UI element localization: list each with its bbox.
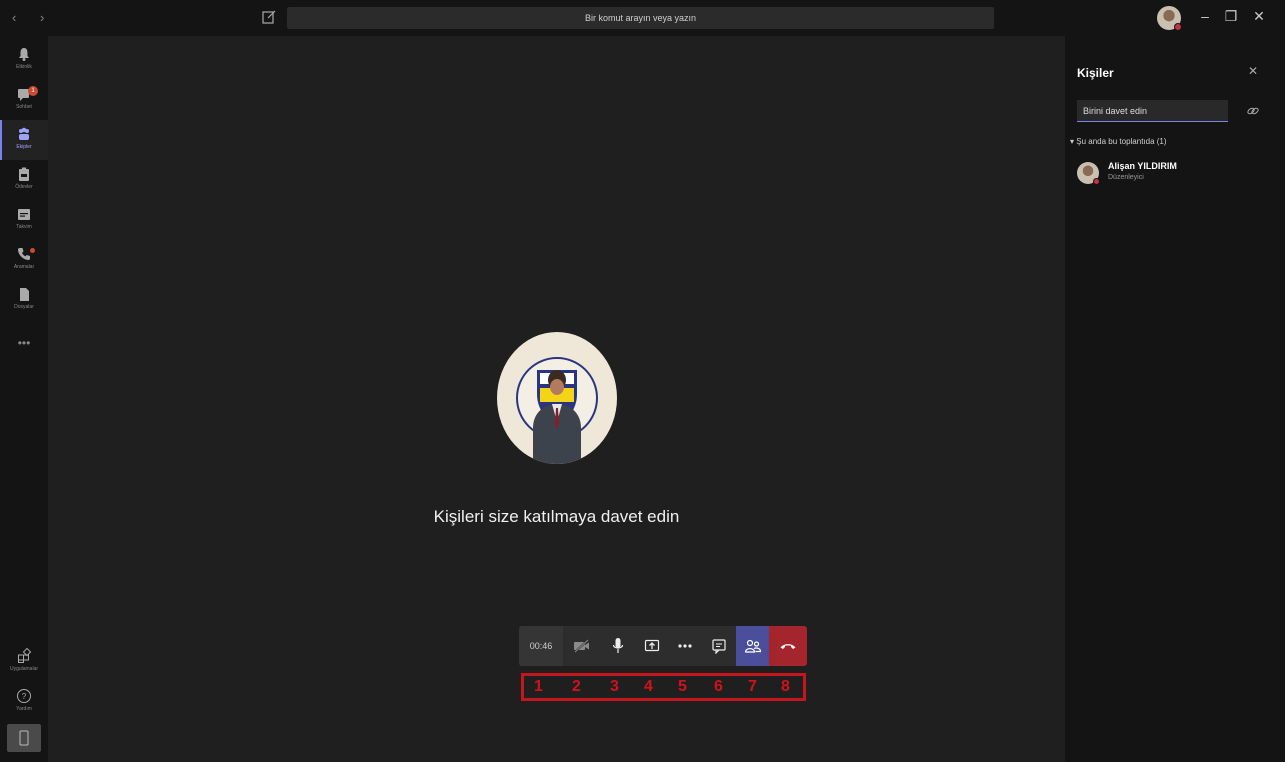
rail-item-label: Uygulamalar: [9, 666, 39, 672]
rail-item-apps[interactable]: Uygulamalar: [0, 642, 48, 682]
microphone-icon: [612, 638, 624, 653]
conversation-icon: [712, 639, 726, 654]
minimize-button[interactable]: –: [1195, 8, 1215, 24]
in-meeting-section-header[interactable]: ▾ Şu anda bu toplantıda (1): [1070, 137, 1167, 146]
apps-icon: [18, 648, 32, 663]
more-apps-button[interactable]: •••: [0, 336, 48, 350]
rail-item-label: Takvim: [16, 224, 32, 230]
bell-icon: [19, 48, 29, 61]
device-button[interactable]: [7, 724, 41, 752]
share-screen-button[interactable]: [635, 626, 669, 666]
restore-button[interactable]: ❐: [1221, 8, 1241, 25]
participant-role: Düzenleyici: [1108, 174, 1144, 181]
assignments-icon: [19, 167, 29, 181]
participants-icon: [744, 639, 762, 653]
share-link-icon[interactable]: [1246, 104, 1260, 118]
rail-item-label: Etkinlik: [16, 64, 32, 70]
annotation-number: 5: [678, 678, 687, 695]
call-timer: 00:46: [519, 626, 563, 666]
rail-item-help[interactable]: ? Yardım: [0, 682, 48, 722]
app-rail: Etkinlik 1 Sohbet Ekipler Ödevler Takvim…: [0, 36, 48, 762]
participant-avatar: [1077, 162, 1100, 185]
command-search-box[interactable]: Bir komut arayın veya yazın: [287, 7, 994, 29]
participant-avatar-large: [497, 332, 617, 464]
rail-item-files[interactable]: Dosyalar: [0, 280, 48, 320]
close-window-button[interactable]: ✕: [1249, 8, 1269, 25]
rail-item-teams[interactable]: Ekipler: [0, 120, 48, 160]
share-screen-icon: [644, 639, 660, 652]
camera-off-icon: [574, 639, 589, 653]
svg-text:?: ?: [22, 692, 27, 701]
compose-icon[interactable]: [261, 9, 277, 25]
rail-item-label: Sohbet: [16, 104, 32, 110]
invite-message: Kişileri size katılmaya davet edin: [433, 507, 680, 526]
rail-item-calendar[interactable]: Takvim: [0, 200, 48, 240]
rail-item-assignments[interactable]: Ödevler: [0, 160, 48, 200]
rail-item-label: Ödevler: [15, 184, 33, 190]
people-panel: Kişiler ✕ ▾ Şu anda bu toplantıda (1) Al…: [1065, 36, 1285, 762]
status-dot-icon: [1093, 178, 1100, 185]
title-bar: ‹ › Bir komut arayın veya yazın – ❐ ✕: [0, 0, 1285, 36]
rail-item-label: Ekipler: [16, 144, 32, 150]
rail-item-calls[interactable]: Aramalar: [0, 240, 48, 280]
unread-badge: 1: [28, 86, 38, 96]
rail-item-label: Dosyalar: [14, 304, 34, 310]
rail-item-chat[interactable]: 1 Sohbet: [0, 80, 48, 120]
rail-item-label: Aramalar: [13, 264, 35, 270]
annotation-number: 1: [534, 678, 543, 695]
mobile-device-icon: [19, 730, 29, 746]
participant-name: Alişan YILDIRIM: [1108, 161, 1177, 171]
show-participants-button[interactable]: [736, 626, 770, 666]
profile-avatar[interactable]: [1157, 6, 1182, 31]
more-dots-icon: [678, 644, 692, 648]
annotation-number: 6: [714, 678, 723, 695]
hang-up-icon: [780, 644, 796, 649]
annotation-number: 3: [610, 678, 619, 695]
status-dot-icon: [1174, 23, 1182, 31]
annotation-number: 7: [748, 678, 757, 695]
annotation-number-box: 1 2 3 4 5 6 7 8: [521, 673, 806, 701]
files-icon: [20, 288, 29, 301]
section-label: Şu anda bu toplantıda (1): [1076, 137, 1167, 146]
show-conversation-button[interactable]: [702, 626, 736, 666]
more-actions-button[interactable]: [668, 626, 702, 666]
annotation-number: 8: [781, 678, 790, 695]
call-controls: 00:46: [519, 626, 807, 666]
rail-item-activity[interactable]: Etkinlik: [0, 40, 48, 80]
camera-toggle-button[interactable]: [565, 626, 599, 666]
rail-item-label: Yardım: [16, 706, 32, 712]
fenerbahce-university-seal-icon: [499, 340, 615, 464]
participant-row[interactable]: Alişan YILDIRIM Düzenleyici: [1077, 160, 1277, 188]
annotation-number: 2: [572, 678, 581, 695]
teams-icon: [19, 127, 29, 140]
microphone-button[interactable]: [601, 626, 635, 666]
notification-dot-icon: [30, 248, 35, 253]
history-nav[interactable]: ‹ ›: [12, 10, 54, 25]
help-icon: ?: [17, 689, 31, 703]
close-panel-button[interactable]: ✕: [1248, 64, 1258, 78]
calendar-icon: [18, 209, 30, 220]
invite-someone-input[interactable]: [1077, 100, 1228, 122]
hang-up-button[interactable]: [769, 626, 807, 666]
annotation-number: 4: [644, 678, 653, 695]
panel-title: Kişiler: [1077, 66, 1114, 80]
